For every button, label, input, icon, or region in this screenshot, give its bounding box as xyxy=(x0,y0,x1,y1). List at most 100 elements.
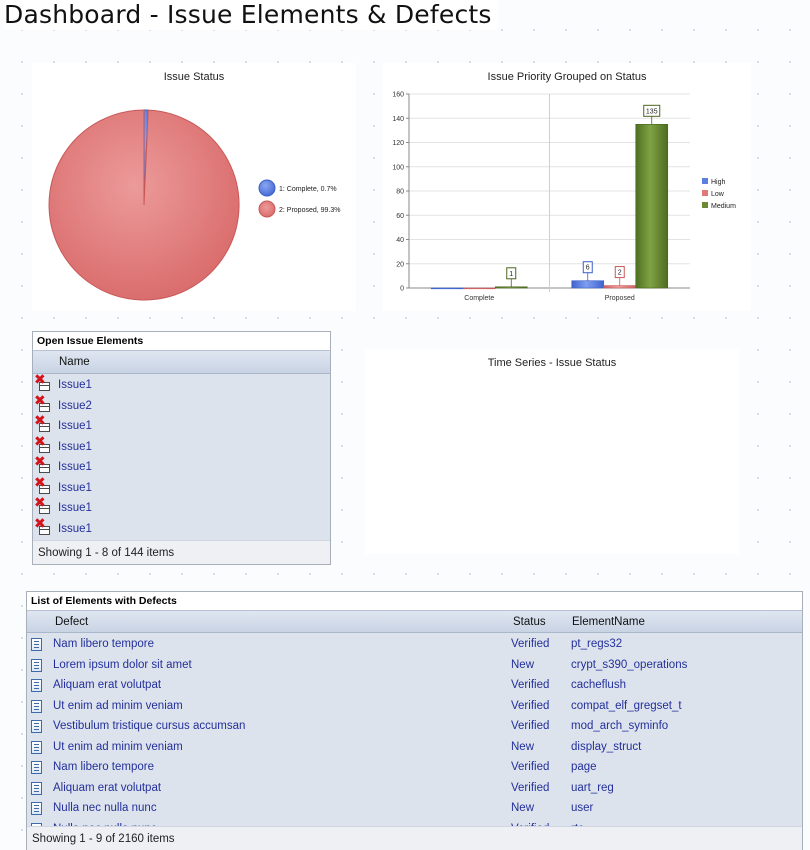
defect-status: Verified xyxy=(511,761,550,773)
defect-name[interactable]: Nam libero tempore xyxy=(53,634,154,655)
defect-element-name: compat_elf_gregset_t xyxy=(571,699,682,712)
defect-document-icon xyxy=(31,658,42,672)
issue-element-icon: ✖ xyxy=(34,394,51,413)
issue-row[interactable]: ✖ Issue1 xyxy=(33,496,330,519)
y-tick-label: 60 xyxy=(396,213,404,220)
defect-status: New xyxy=(511,658,535,671)
defect-row[interactable]: Ut enim ad minim veniam Verified compat_el… xyxy=(27,696,802,717)
issue-name[interactable]: Issue1 xyxy=(58,519,92,540)
bar-high-complete[interactable] xyxy=(430,287,464,290)
pie-legend-label: 2: Proposed, 99.3% xyxy=(279,207,341,214)
defect-row[interactable]: Lorem ipsum dolor sit amet New crypt_s390_… xyxy=(27,655,802,676)
bar-low-proposed[interactable] xyxy=(603,285,637,289)
issue-status-pie-chart: 1: Complete, 0.7% 2: Proposed, 99.3% xyxy=(48,109,341,301)
data-label: 1 xyxy=(509,271,513,278)
issue-row[interactable]: ✖ Issue1 xyxy=(33,455,330,478)
defects-list: Nam libero tempore Verified pt_regs32 Lorem… xyxy=(27,633,802,827)
y-tick-label: 160 xyxy=(392,92,404,99)
issue-element-icon: ✖ xyxy=(34,414,51,433)
pie-slice-proposed[interactable] xyxy=(48,109,240,301)
defect-name[interactable]: Lorem ipsum dolor sit amet xyxy=(53,655,192,676)
issue-row[interactable]: ✖ Issue1 xyxy=(33,476,330,499)
open-issues-header: Open Issue Elements xyxy=(33,332,330,351)
issue-row[interactable]: ✖ Issue1 xyxy=(33,517,330,540)
issue-name[interactable]: Issue1 xyxy=(58,478,92,499)
x-category-label: Complete xyxy=(464,295,494,302)
issue-element-icon: ✖ xyxy=(34,373,51,392)
defects-header: List of Elements with Defects xyxy=(27,592,802,611)
defect-document-icon xyxy=(31,781,42,795)
dashboard-canvas: Dashboard - Issue Elements & Defects Iss… xyxy=(0,0,810,850)
defect-name[interactable]: Nulla nec nulla nunc xyxy=(53,798,157,819)
defect-name[interactable]: Aliquam erat volutpat xyxy=(53,778,161,799)
issue-name[interactable]: Issue2 xyxy=(58,396,92,417)
y-tick-label: 0 xyxy=(400,286,404,293)
y-tick-label: 80 xyxy=(396,189,404,196)
data-label: 6 xyxy=(586,265,590,272)
defect-element-name: mod_arch_syminfo xyxy=(571,720,669,732)
y-tick-label: 120 xyxy=(392,140,404,147)
defect-row[interactable]: Nulla nec nulla nunc New user xyxy=(27,798,802,819)
defect-element-name: cacheflush xyxy=(571,679,626,691)
defect-document-icon xyxy=(31,802,42,815)
page-title: Dashboard - Issue Elements & Defects xyxy=(4,0,498,30)
defect-status: Verified xyxy=(511,679,550,691)
bar-high-proposed[interactable] xyxy=(571,280,605,289)
defect-name[interactable]: Ut enim ad minim veniam xyxy=(53,737,183,758)
bar-medium-proposed[interactable] xyxy=(635,124,669,289)
defect-name[interactable]: Nam libero tempore xyxy=(53,757,154,778)
y-tick-label: 100 xyxy=(392,164,404,171)
issue-name[interactable]: Issue1 xyxy=(58,498,92,519)
defects-footer: Showing 1 - 9 of 2160 items xyxy=(27,826,802,850)
defect-status: Verified xyxy=(511,638,550,650)
issue-name[interactable]: Issue1 xyxy=(58,437,92,458)
open-issues-list: ✖ Issue1 ✖ Issue2 ✖ Issue1 ✖ Issue1 ✖ Issue1 ✖ Issu… xyxy=(33,373,330,542)
issue-row[interactable]: ✖ Issue2 xyxy=(33,394,330,417)
open-issues-panel: Open Issue Elements Name ✖ Issue1 ✖ Issue2 ✖… xyxy=(32,331,331,565)
issue-element-icon: ✖ xyxy=(34,435,51,454)
legend-swatch xyxy=(702,190,708,196)
issue-name[interactable]: Issue1 xyxy=(58,416,92,437)
defects-panel: List of Elements with Defects Defect Sta… xyxy=(26,591,803,850)
defect-element-name: uart_reg xyxy=(571,781,614,794)
defect-status: Verified xyxy=(511,720,550,732)
legend-swatch xyxy=(702,178,708,184)
defect-name[interactable]: Aliquam erat volutpat xyxy=(53,675,161,696)
issue-row[interactable]: ✖ Issue1 xyxy=(33,373,330,396)
issue-row[interactable]: ✖ Issue1 xyxy=(33,435,330,458)
bar-legend-label: High xyxy=(711,179,726,186)
status-column-label[interactable]: Status xyxy=(513,611,546,633)
defect-row[interactable]: Aliquam erat volutpat Verified cacheflush xyxy=(27,675,802,696)
issue-name[interactable]: Issue1 xyxy=(58,457,92,478)
defects-column-header[interactable]: Defect Status ElementName xyxy=(27,611,802,633)
issue-row[interactable]: ✖ Issue1 xyxy=(33,414,330,437)
open-issues-column-header[interactable]: Name xyxy=(33,351,330,374)
defect-row[interactable]: Ut enim ad minim veniam New display_struct xyxy=(27,737,802,758)
defect-name[interactable]: Vestibulum tristique cursus accumsan xyxy=(53,716,245,737)
bar-medium-complete[interactable] xyxy=(494,286,528,289)
issue-status-panel: Issue Status 1: Complete, 0.7% 2: Propose… xyxy=(32,63,356,311)
defect-document-icon xyxy=(31,740,42,754)
defect-column-label[interactable]: Defect xyxy=(55,611,88,633)
bar-low-complete[interactable] xyxy=(462,287,496,290)
defect-row[interactable]: Nam libero tempore Verified pt_regs32 xyxy=(27,634,802,655)
defect-document-icon xyxy=(31,761,42,774)
priority-bar-chart: 0 20 40 60 80 100 120 140 160 Complete Proposed 1 6… xyxy=(392,92,736,303)
defect-name[interactable]: Ut enim ad minim veniam xyxy=(53,696,183,717)
data-label: 2 xyxy=(618,270,622,277)
defect-element-name: user xyxy=(571,802,594,814)
defect-row[interactable]: Vestibulum tristique cursus accumsan Veri… xyxy=(27,716,802,737)
element-name-column-label[interactable]: ElementName xyxy=(572,611,645,633)
defect-status: Verified xyxy=(511,781,550,794)
data-label: 135 xyxy=(646,108,658,115)
issue-element-icon: ✖ xyxy=(34,496,51,515)
defect-row[interactable]: Aliquam erat volutpat Verified uart_reg xyxy=(27,778,802,799)
priority-chart-panel: Issue Priority Grouped on Status 0 20 40… xyxy=(383,63,751,311)
defect-document-icon xyxy=(31,679,42,692)
bar-legend-label: Medium xyxy=(711,203,736,210)
name-column-label: Name xyxy=(59,356,90,368)
defect-row[interactable]: Nam libero tempore Verified page xyxy=(27,757,802,778)
issue-name[interactable]: Issue1 xyxy=(58,375,92,396)
legend-swatch xyxy=(258,179,276,197)
defect-document-icon xyxy=(31,638,42,651)
